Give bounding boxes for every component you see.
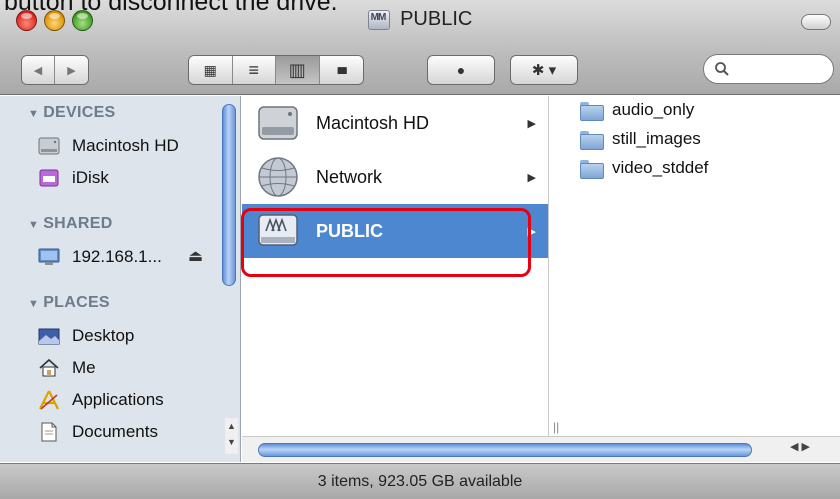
column-resize-grip-icon[interactable]: || [553, 420, 559, 434]
disclosure-triangle-icon: ▼ [28, 108, 40, 120]
sidebar-section-places[interactable]: ▼ PLACES [28, 294, 110, 312]
sidebar-scrollbar[interactable] [222, 104, 236, 286]
horizontal-scrollbar [242, 436, 840, 462]
search-icon [715, 62, 729, 76]
desktop-icon [38, 325, 60, 347]
sidebar-item-me[interactable]: Me [38, 355, 96, 381]
search-field[interactable] [703, 54, 834, 84]
sidebar-item-label: Macintosh HD [72, 136, 179, 155]
column-item-still-images[interactable]: still_images [580, 127, 701, 151]
column-item-label: Macintosh HD [316, 112, 430, 133]
sidebar-item-documents[interactable]: Documents [38, 419, 158, 445]
disclosure-triangle-icon: ▼ [28, 219, 40, 231]
sidebar-item-shared-server[interactable]: 192.168.1... [38, 244, 162, 270]
status-text: 3 items, 923.05 GB available [317, 472, 523, 490]
column-item-label: Network [316, 166, 383, 187]
horizontal-scroll-thumb[interactable] [258, 443, 752, 457]
monitor-icon [38, 246, 60, 268]
sidebar-item-desktop[interactable]: Desktop [38, 323, 134, 349]
applications-icon [38, 389, 60, 411]
list-view-icon: ≡ [248, 59, 259, 80]
sidebar-item-label: 192.168.1... [72, 247, 162, 266]
folder-icon [580, 159, 604, 179]
back-button[interactable]: ◀ [22, 56, 56, 84]
search-input[interactable] [736, 61, 826, 77]
disclosure-arrow-icon: ▶ [527, 117, 536, 130]
column-1: Macintosh HD ▶ Network ▶ PUBLIC ▶ [242, 96, 549, 462]
forward-button[interactable]: ▶ [55, 56, 88, 84]
action-menu-button[interactable]: ✱ ▾ [510, 55, 578, 85]
quick-look-button[interactable]: ● [427, 55, 495, 85]
sidebar-item-macintosh-hd[interactable]: Macintosh HD [38, 133, 179, 159]
disclosure-arrow-icon: ▶ [527, 225, 536, 238]
sidebar-item-label: Applications [72, 390, 164, 409]
sidebar-scroll-arrows[interactable]: ▲ ▼ [225, 418, 238, 454]
sidebar: ▼ DEVICES Macintosh HD iDisk ▼ SHARED 192.… [0, 96, 241, 462]
eye-icon: ● [456, 62, 466, 78]
network-drive-icon [256, 209, 300, 253]
gear-icon: ✱ ▾ [531, 62, 557, 79]
hard-drive-icon [38, 135, 60, 157]
back-arrow-icon: ◀ [33, 64, 43, 77]
list-view-button[interactable]: ≡ [232, 56, 276, 84]
disclosure-triangle-icon: ▼ [28, 298, 40, 310]
sidebar-section-shared[interactable]: ▼ SHARED [28, 215, 113, 233]
caption-text: button to disconnect the drive. [4, 0, 338, 16]
column-item-public[interactable]: PUBLIC ▶ [242, 204, 548, 258]
home-icon [38, 357, 60, 379]
sidebar-section-devices[interactable]: ▼ DEVICES [28, 104, 116, 122]
eject-icon[interactable]: ⏏ [188, 246, 203, 266]
icon-view-button[interactable]: ▦ [189, 56, 233, 84]
sidebar-section-title: PLACES [43, 294, 110, 311]
column-view-icon: ▥ [288, 59, 306, 80]
view-mode-control: ▦ ≡ ▥ ▮▮▮ [188, 55, 364, 85]
status-bar: 3 items, 923.05 GB available [0, 463, 840, 499]
network-globe-icon [256, 155, 300, 199]
sidebar-item-applications[interactable]: Applications [38, 387, 164, 413]
sidebar-item-label: iDisk [72, 168, 109, 187]
column-item-label: audio_only [612, 100, 695, 119]
toolbar-toggle-button[interactable] [801, 14, 831, 30]
disclosure-arrow-icon: ▶ [527, 171, 536, 184]
column-view-button[interactable]: ▥ [276, 56, 320, 84]
idisk-icon [38, 167, 60, 189]
column-item-audio-only[interactable]: audio_only [580, 98, 694, 122]
sidebar-section-title: SHARED [43, 215, 113, 232]
forward-arrow-icon: ▶ [67, 64, 76, 77]
column-item-macintosh-hd[interactable]: Macintosh HD ▶ [242, 96, 548, 150]
folder-icon [580, 130, 604, 150]
column-item-label: PUBLIC [316, 220, 383, 241]
window-title: PUBLIC [400, 8, 473, 30]
column-item-label: still_images [612, 129, 701, 148]
sidebar-item-label: Documents [72, 422, 158, 441]
sidebar-item-label: Me [72, 358, 96, 377]
coverflow-view-button[interactable]: ▮▮▮ [319, 56, 363, 84]
column-2: audio_only still_images video_stddef [550, 96, 840, 462]
back-forward-control: ◀ ▶ [21, 55, 89, 85]
column-item-network[interactable]: Network ▶ [242, 150, 548, 204]
hard-drive-icon [256, 101, 300, 145]
horizontal-scroll-arrows[interactable]: ◀ ▶ [790, 440, 810, 453]
column-item-video-stddef[interactable]: video_stddef [580, 156, 708, 180]
network-drive-icon: MM [367, 9, 390, 30]
documents-icon [38, 421, 60, 443]
sidebar-item-idisk[interactable]: iDisk [38, 165, 109, 191]
icon-view-icon: ▦ [203, 61, 217, 78]
folder-icon [580, 101, 604, 121]
coverflow-view-icon: ▮▮▮ [336, 64, 348, 75]
sidebar-section-title: DEVICES [43, 104, 116, 121]
sidebar-item-label: Desktop [72, 326, 135, 345]
column-item-label: video_stddef [612, 158, 709, 177]
